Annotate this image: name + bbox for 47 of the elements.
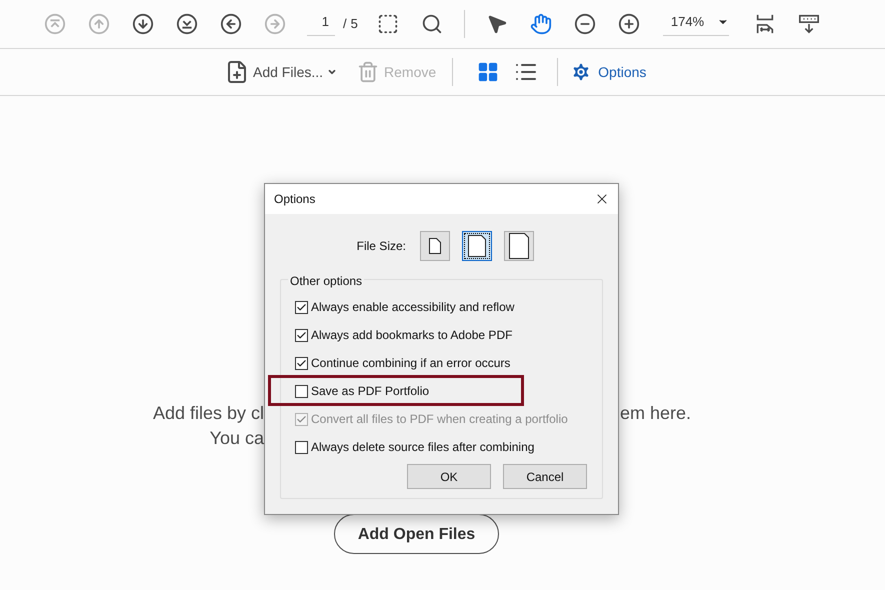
option-label: Continue combining if an error occurs <box>311 355 510 372</box>
trash-icon <box>357 61 380 83</box>
instruction-text: Add files by cl <box>152 402 264 425</box>
dialog-button[interactable]: OK <box>407 464 491 489</box>
file-add-icon <box>225 60 249 84</box>
document-icon <box>468 235 486 257</box>
option-label: Always enable accessibility and reflow <box>311 299 514 316</box>
keyboard-down-icon <box>796 13 821 35</box>
option-label: Always add bookmarks to Adobe PDF <box>311 327 512 344</box>
option-label: Convert all files to PDF when creating a portfolio <box>311 411 568 428</box>
page-count: 5 <box>350 15 358 34</box>
first-page-icon <box>44 13 66 35</box>
page-separator: / <box>343 15 347 34</box>
option-label: Save as PDF Portfolio <box>311 383 430 400</box>
file-size-button[interactable] <box>420 231 450 261</box>
file-size-label: File Size: <box>356 238 406 255</box>
grid-icon <box>477 61 500 83</box>
checkbox[interactable] <box>295 440 308 454</box>
file-size-button[interactable] <box>504 231 534 261</box>
zoom-dropdown[interactable]: 174% <box>662 12 729 36</box>
magnifier-icon <box>420 13 443 35</box>
instruction-text: em here. <box>620 402 692 425</box>
check-icon <box>296 358 307 368</box>
marquee-zoom-icon <box>376 13 399 35</box>
hand-icon <box>530 13 552 35</box>
check-icon <box>296 414 307 424</box>
add-open-files-button[interactable]: Add Open Files <box>334 514 499 554</box>
dialog-button[interactable]: Cancel <box>503 464 587 489</box>
checkbox[interactable] <box>295 384 308 398</box>
file-size-button[interactable] <box>462 231 492 261</box>
document-icon <box>509 233 529 259</box>
check-icon <box>296 330 307 340</box>
checkbox[interactable] <box>295 328 308 342</box>
dialog-title: Options <box>274 191 316 208</box>
page-number-field[interactable]: 1 <box>307 12 335 36</box>
options-button[interactable]: Options <box>570 61 646 83</box>
instruction-text: You ca <box>210 427 264 450</box>
add-files-button[interactable]: Add Files... <box>225 60 338 84</box>
option-label: Always delete source files after combining <box>311 439 534 456</box>
checkbox[interactable] <box>295 300 308 314</box>
last-page-icon <box>176 13 198 35</box>
zoom-out-icon <box>574 13 596 35</box>
caret-icon <box>327 67 338 77</box>
check-icon <box>296 302 307 312</box>
zoom-in-icon <box>618 13 640 35</box>
document-icon <box>429 238 441 254</box>
checkbox[interactable] <box>295 356 308 370</box>
